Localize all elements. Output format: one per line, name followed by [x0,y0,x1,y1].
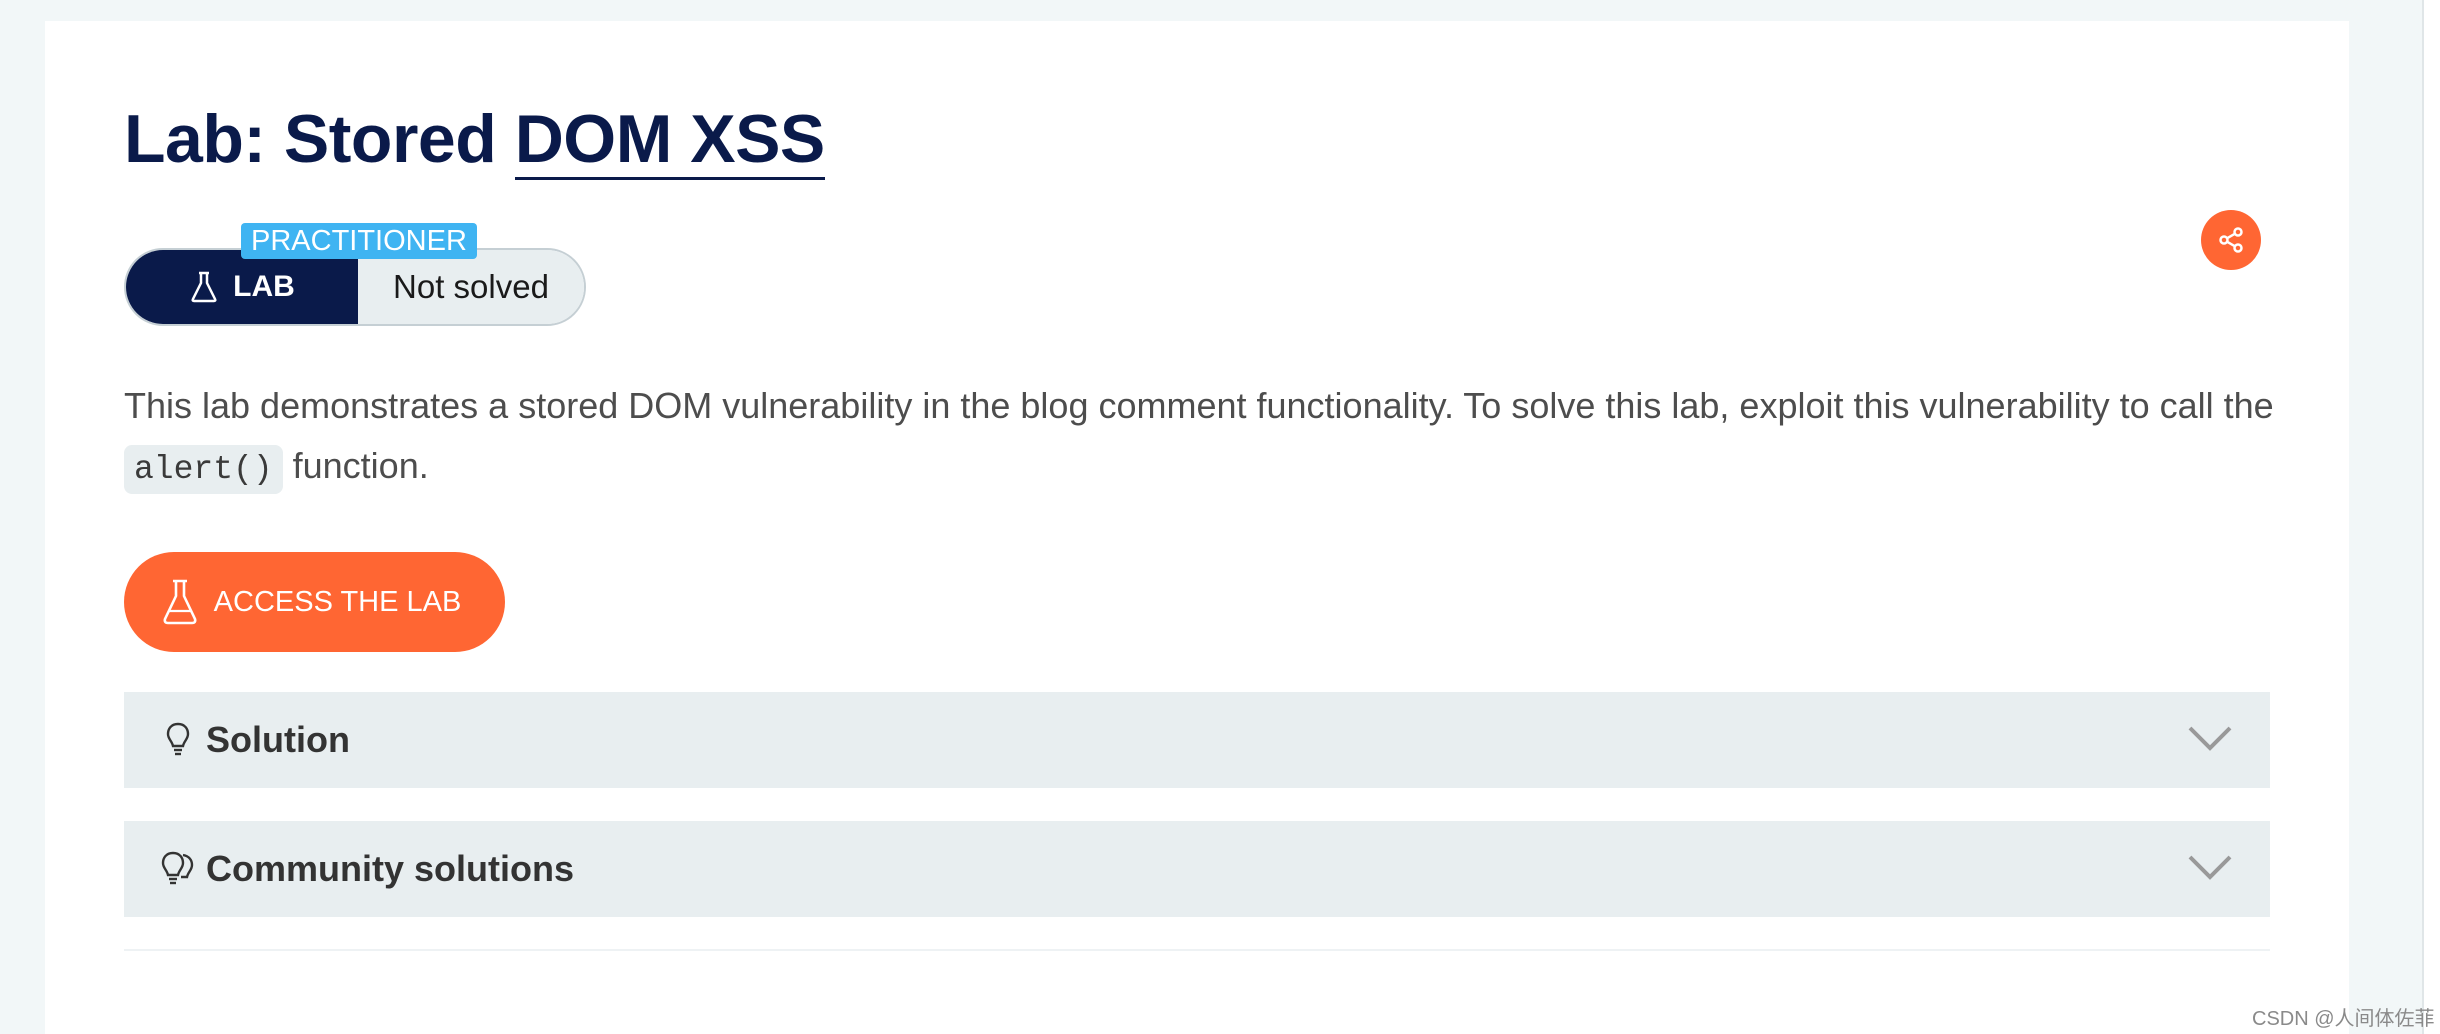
lab-description: This lab demonstrates a stored DOM vulne… [124,376,2274,500]
solve-status: Not solved [358,250,584,324]
chevron-down-icon [2188,726,2232,751]
lightbulb-icon [158,721,198,759]
accordion-community-label: Community solutions [206,848,574,889]
description-text: This lab demonstrates a stored DOM vulne… [124,385,2274,426]
title-topic-link[interactable]: DOM XSS [514,101,825,180]
accordion-community-solutions[interactable]: Community solutions [124,821,2270,917]
divider [124,949,2270,951]
share-icon [2219,227,2243,253]
flask-icon [191,271,217,303]
lab-type-label: LAB [233,270,295,303]
lightbulbs-icon [158,850,198,888]
access-lab-label: ACCESS THE LAB [213,585,462,618]
scrollbar-track[interactable] [2422,0,2440,1034]
share-button[interactable] [2201,210,2261,270]
accordion-solution-label: Solution [206,719,350,760]
lab-type-segment: LAB [126,250,358,324]
level-badge: PRACTITIONER [241,223,477,259]
description-text-end: function. [282,445,429,486]
flask-icon [163,579,197,625]
lab-status-pill: LAB Not solved [124,248,586,326]
chevron-down-icon [2188,855,2232,880]
accordion-solution[interactable]: Solution [124,692,2270,788]
title-prefix: Lab: Stored [124,101,515,177]
watermark: CSDN @人间体佐菲 [2252,1008,2435,1030]
access-lab-button[interactable]: ACCESS THE LAB [124,552,505,652]
description-code: alert() [124,445,283,494]
page-title: Lab: Stored DOM XSS [124,100,825,180]
